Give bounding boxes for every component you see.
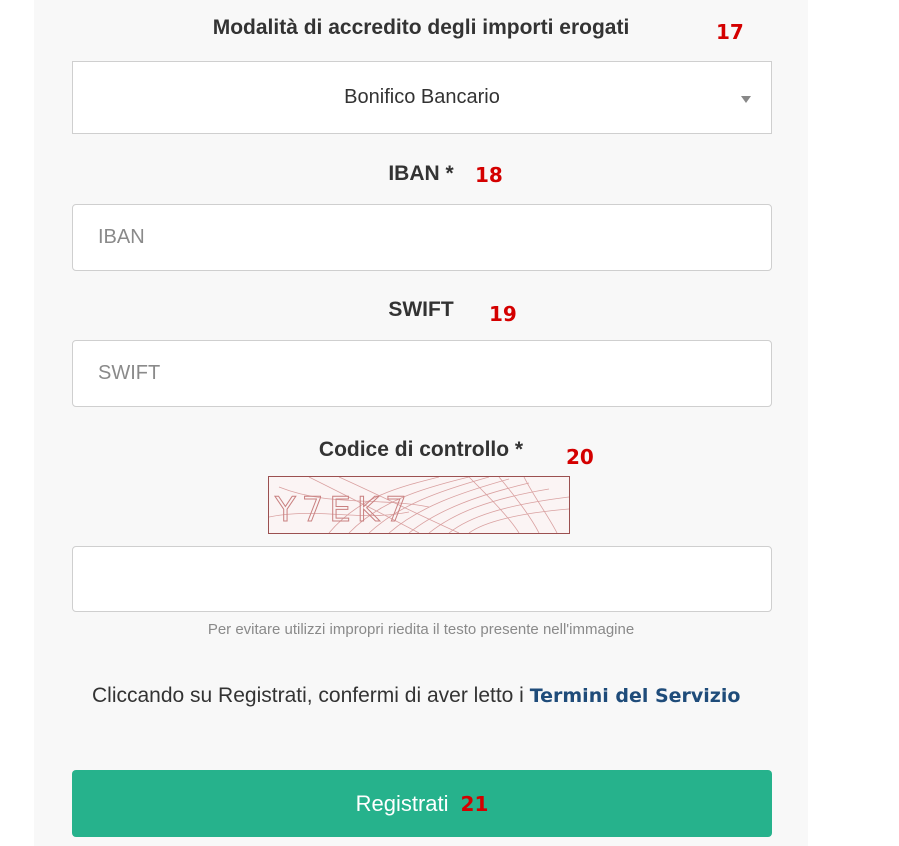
annotation-marker-21: 21 xyxy=(460,791,489,816)
annotation-marker-19: 19 xyxy=(489,302,517,326)
captcha-field[interactable] xyxy=(72,546,772,612)
chevron-down-icon xyxy=(741,96,751,103)
iban-input[interactable] xyxy=(73,205,771,270)
captcha-input[interactable] xyxy=(73,547,771,611)
terms-of-service-link[interactable]: Termini del Servizio xyxy=(530,685,741,707)
annotation-marker-18: 18 xyxy=(475,163,503,187)
payment-method-selected-value: Bonifico Bancario xyxy=(344,86,500,108)
registration-form-panel: Modalità di accredito degli importi erog… xyxy=(34,0,808,846)
swift-input[interactable] xyxy=(73,341,771,406)
register-button[interactable]: Registrati 21 xyxy=(72,770,772,837)
captcha-text: Y7EK7 xyxy=(274,490,413,530)
swift-field[interactable] xyxy=(72,340,772,407)
terms-notice: Cliccando su Registrati, confermi di ave… xyxy=(92,678,752,714)
captcha-label: Codice di controllo * xyxy=(318,438,524,461)
captcha-hint: Per evitare utilizzi impropri riedita il… xyxy=(207,621,635,638)
payment-method-label: Modalità di accredito degli importi erog… xyxy=(212,16,630,39)
iban-field[interactable] xyxy=(72,204,772,271)
captcha-noise-graphic: Y7EK7 xyxy=(269,477,569,533)
annotation-marker-17: 17 xyxy=(716,20,744,44)
payment-method-select[interactable]: Bonifico Bancario xyxy=(72,61,772,134)
terms-text: Cliccando su Registrati, confermi di ave… xyxy=(92,684,530,707)
swift-label: SWIFT xyxy=(388,298,454,321)
annotation-marker-20: 20 xyxy=(566,445,594,469)
register-button-label: Registrati xyxy=(355,790,449,816)
iban-label: IBAN * xyxy=(388,162,454,185)
captcha-image: Y7EK7 xyxy=(268,476,570,534)
